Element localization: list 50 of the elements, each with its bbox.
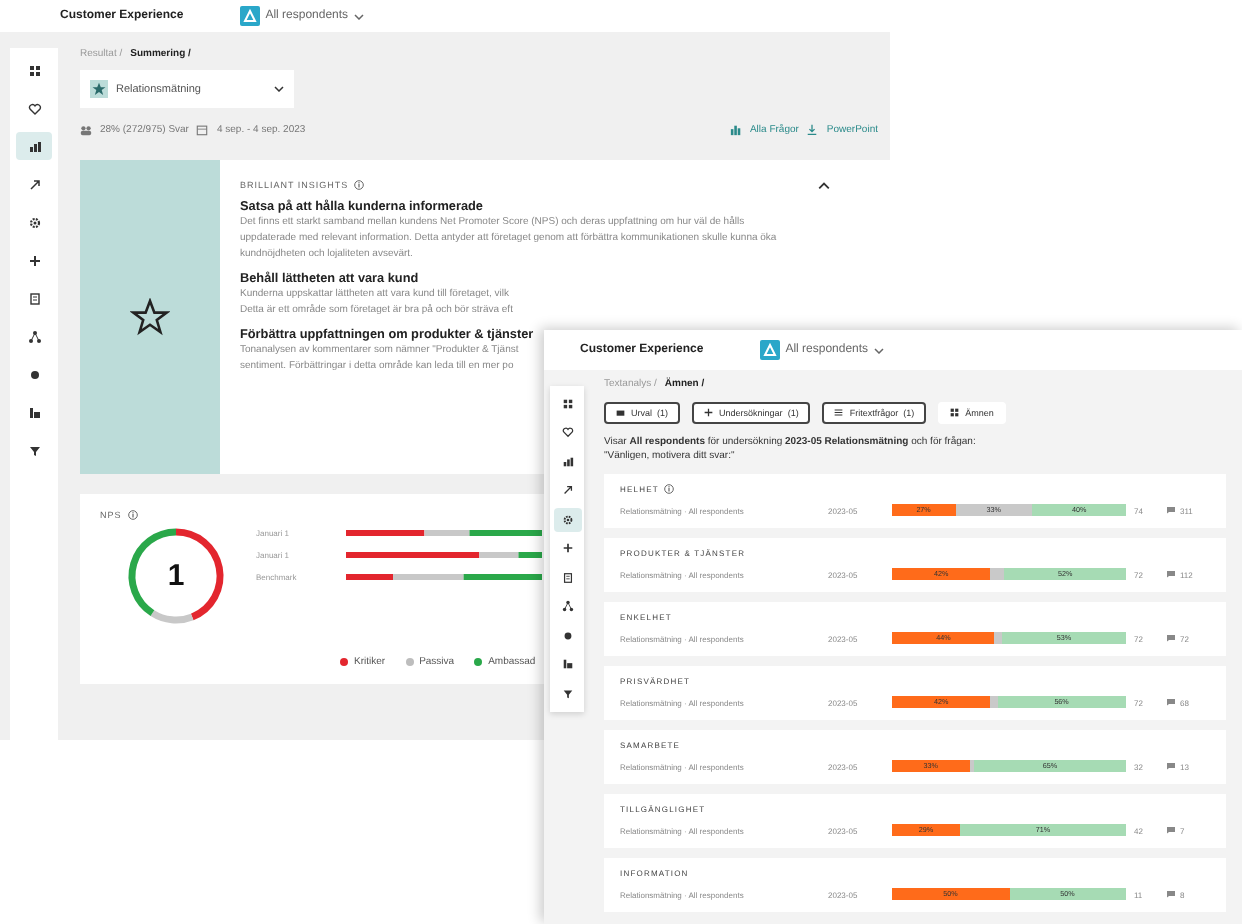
network-icon <box>27 329 41 343</box>
logo-icon[interactable] <box>239 6 260 26</box>
list-icon <box>834 408 844 418</box>
filter-icon <box>561 687 573 700</box>
calendar-icon <box>196 124 209 136</box>
arrow-icon <box>561 484 573 497</box>
plus-icon <box>704 408 714 418</box>
bar-segment <box>990 696 998 708</box>
grid-icon <box>561 397 573 410</box>
comment-icon <box>1166 506 1176 514</box>
plus-icon <box>561 542 573 555</box>
bar-segment <box>994 632 1002 644</box>
network-icon <box>561 600 573 613</box>
chevron-down-icon[interactable] <box>354 13 365 19</box>
star-icon <box>90 80 108 98</box>
arrow-icon <box>27 177 41 191</box>
sidebar-item[interactable] <box>553 508 581 531</box>
document-icon <box>27 291 41 305</box>
document-icon <box>561 571 573 584</box>
chevron-down-icon <box>274 86 284 92</box>
bar-chart-icon <box>729 124 742 136</box>
info-icon[interactable] <box>664 484 675 494</box>
comment-icon <box>1166 570 1176 578</box>
bar-chart-icon <box>561 658 573 671</box>
grid-icon <box>950 408 960 418</box>
nps-score: 1 <box>167 559 185 593</box>
heart-icon <box>561 426 573 439</box>
chevron-up-icon[interactable] <box>818 181 830 189</box>
plus-icon <box>27 253 41 267</box>
chevron-down-icon[interactable] <box>874 347 885 353</box>
comment-icon <box>1166 634 1176 642</box>
filter-icon <box>27 443 41 457</box>
bar-chart-icon <box>27 139 41 153</box>
comment-icon <box>1166 890 1176 898</box>
people-icon <box>80 124 92 136</box>
info-icon[interactable] <box>354 180 365 190</box>
comment-icon <box>1166 698 1176 706</box>
grid-icon <box>27 63 41 77</box>
info-icon[interactable] <box>127 510 138 520</box>
bar-chart-icon <box>561 455 573 468</box>
sidebar-item[interactable] <box>16 132 52 160</box>
bar-chart-icon <box>27 405 41 419</box>
star-icon <box>130 297 170 337</box>
heart-icon <box>27 101 41 115</box>
comment-icon <box>1166 826 1176 834</box>
bar-segment <box>990 568 1005 580</box>
bar-segment <box>969 760 974 772</box>
comment-icon <box>1166 762 1176 770</box>
logo-icon[interactable] <box>759 340 780 360</box>
download-icon <box>806 124 819 136</box>
